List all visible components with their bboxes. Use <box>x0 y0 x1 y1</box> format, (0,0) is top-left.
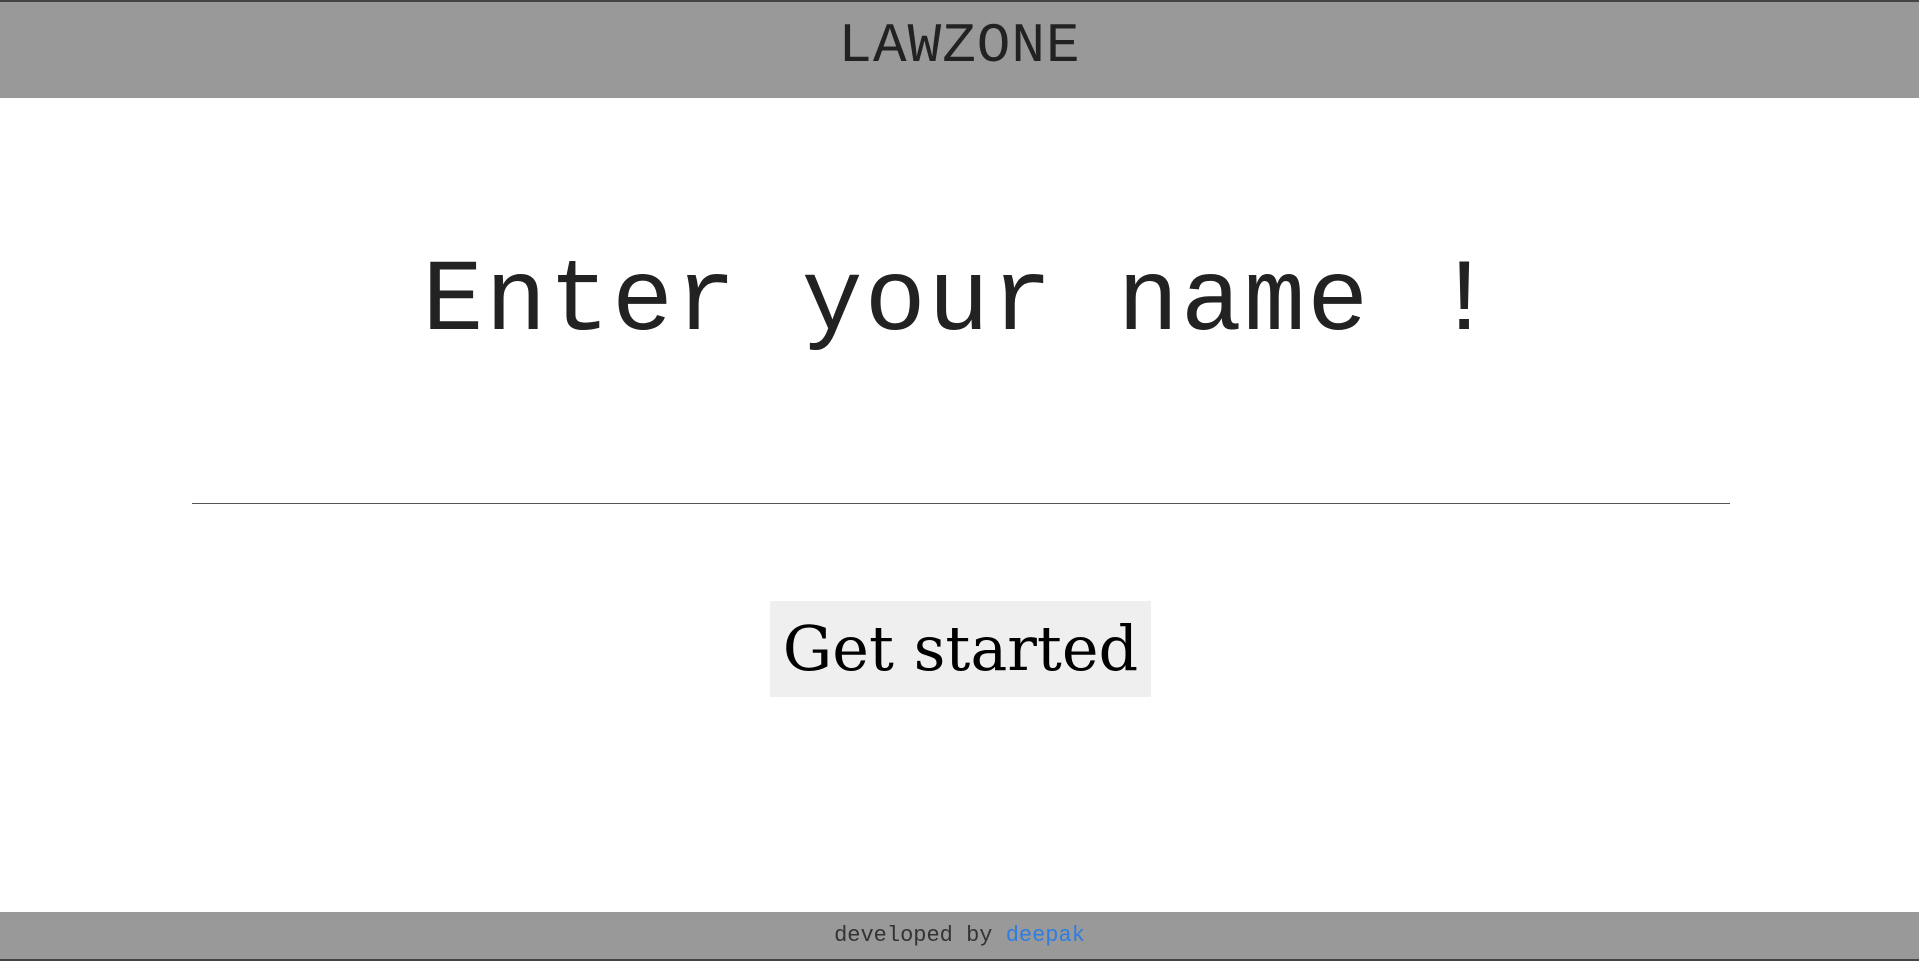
get-started-button[interactable]: Get started <box>770 601 1151 697</box>
name-input[interactable] <box>192 430 1730 504</box>
name-prompt-heading: Enter your name ! <box>422 244 1497 360</box>
author-link[interactable]: deepak <box>1006 923 1085 948</box>
site-header: LAWZONE <box>0 0 1919 98</box>
site-title: LAWZONE <box>838 14 1081 78</box>
footer-credit-text: developed by <box>834 923 1006 948</box>
site-footer: developed by deepak <box>0 912 1919 961</box>
